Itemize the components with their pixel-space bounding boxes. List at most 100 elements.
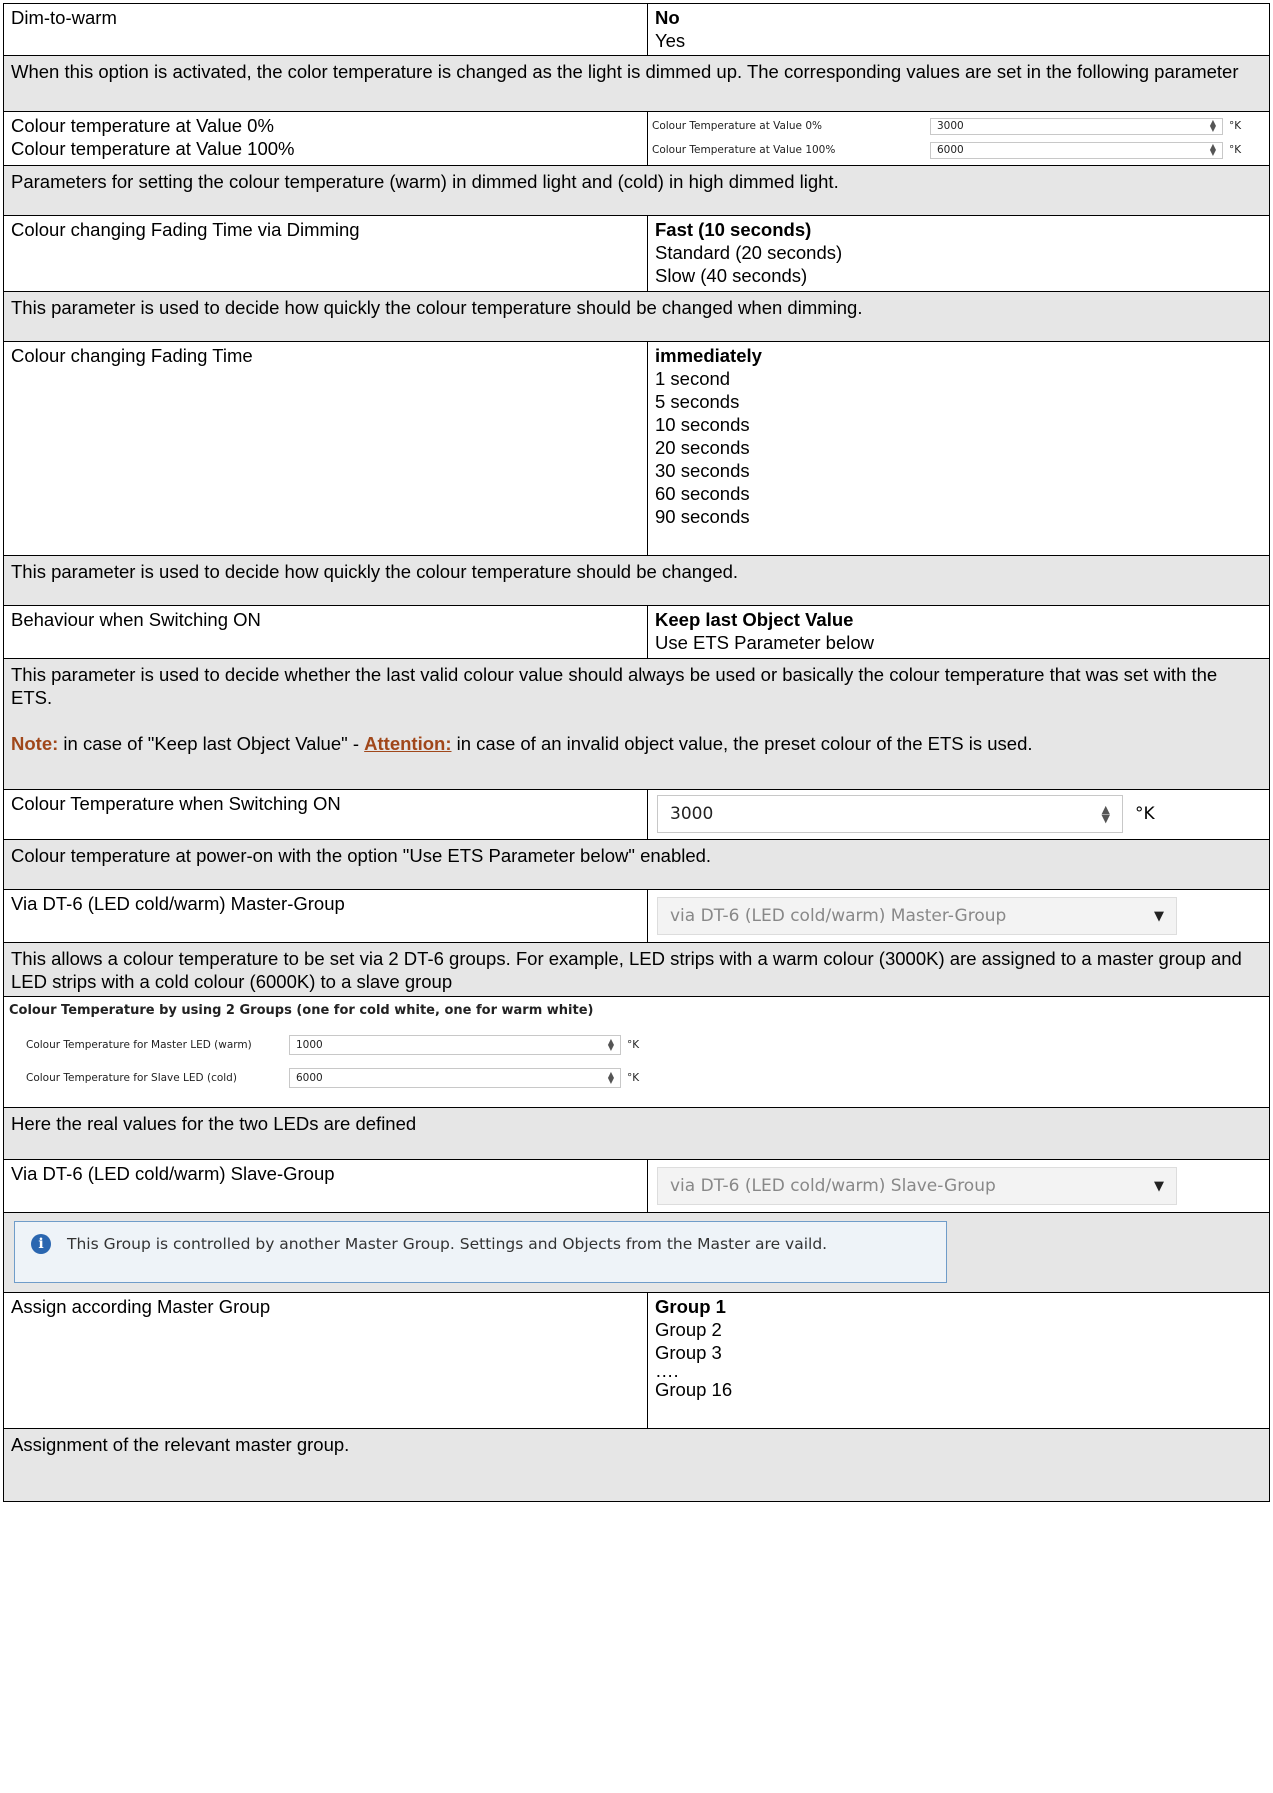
switch-on-temp-input[interactable]: 3000 ▲ ▼ [657,795,1123,833]
option-default: Fast (10 seconds) [655,219,812,240]
spinner-icon[interactable]: ▲ ▼ [1102,804,1110,824]
param-label: Colour temperature at Value 0% Colour te… [4,112,648,165]
param-options: immediately 1 second 5 seconds 10 second… [648,342,1269,555]
option-default: Group 1 [655,1296,726,1317]
param-description-row: This parameter is used to decide how qui… [3,556,1270,606]
param-description: This parameter is used to decide how qui… [4,292,1269,341]
param-description: Here the real values for the two LEDs ar… [4,1108,1269,1159]
info-message: i This Group is controlled by another Ma… [14,1221,947,1283]
option: Group 3 [655,1342,722,1363]
param-description: This parameter is used to decide whether… [4,659,1269,789]
field-value: 6000 [937,143,964,156]
param-label: Via DT-6 (LED cold/warm) Slave-Group [4,1160,648,1212]
option: Yes [655,30,686,51]
param-description: When this option is activated, the color… [4,56,1269,111]
param-row-switching-on: Behaviour when Switching ON Keep last Ob… [3,606,1270,659]
param-label-line: Colour temperature at Value 100% [11,138,295,159]
chevron-down-icon[interactable]: ▼ [1154,905,1164,928]
param-row-fading-time: Colour changing Fading Time immediately … [3,342,1270,556]
field-label: Colour Temperature at Value 100% [652,143,836,156]
field-label: Colour Temperature for Master LED (warm) [26,1038,252,1051]
two-group-panel: Colour Temperature by using 2 Groups (on… [4,997,1269,1107]
widget-field-row: 3000 ▲ ▼ °K [648,790,1269,838]
param-control: via DT-6 (LED cold/warm) Master-Group ▼ [648,890,1269,942]
description-text: This parameter is used to decide whether… [11,664,1218,708]
note-label: Note: [11,733,59,754]
option-default: immediately [655,345,762,366]
select-value: via DT-6 (LED cold/warm) Slave-Group [670,1175,996,1196]
option-default: No [655,7,680,28]
param-options: Keep last Object Value Use ETS Parameter… [648,606,1269,658]
option: 20 seconds [655,437,750,458]
unit-label: °K [1229,119,1242,132]
info-text: This Group is controlled by another Mast… [67,1235,828,1253]
widget-field-row: Colour Temperature at Value 100% 6000 ▲ ▼… [648,138,1269,162]
param-description: This parameter is used to decide how qui… [4,556,1269,605]
note-text: in case of an invalid object value, the … [451,733,1033,754]
field-label: Colour Temperature for Slave LED (cold) [26,1071,237,1084]
master-led-temp-input[interactable]: 1000 ▲ ▼ [289,1034,621,1055]
option: 90 seconds [655,506,750,527]
param-row-switch-on-temp: Colour Temperature when Switching ON 300… [3,790,1270,840]
param-description-row: When this option is activated, the color… [3,56,1270,112]
param-description: Assignment of the relevant master group. [4,1429,1269,1501]
unit-label: °K [627,1071,640,1084]
param-options: Fast (10 seconds) Standard (20 seconds) … [648,216,1269,291]
option: …. [655,1360,679,1381]
spinner-icon[interactable]: ▲ ▼ [1210,119,1216,133]
param-description: This allows a colour temperature to be s… [4,943,1269,996]
slave-group-select[interactable]: via DT-6 (LED cold/warm) Slave-Group ▼ [657,1167,1177,1205]
param-row-master-group: Via DT-6 (LED cold/warm) Master-Group vi… [3,890,1270,943]
option-default: Keep last Object Value [655,609,854,630]
colour-temp-widget: Colour Temperature at Value 0% 3000 ▲ ▼ °… [648,112,1269,165]
attention-label: Attention: [364,733,452,754]
widget-field-row: Colour Temperature at Value 0% 3000 ▲ ▼ °… [648,114,1269,138]
option: 60 seconds [655,483,750,504]
spinner-icon[interactable]: ▲ ▼ [608,1070,614,1084]
field-label: Colour Temperature at Value 0% [652,119,822,132]
param-description-row: Parameters for setting the colour temper… [3,166,1270,216]
param-description-row: Colour temperature at power-on with the … [3,840,1270,890]
param-description-row: This allows a colour temperature to be s… [3,943,1270,997]
option: Standard (20 seconds) [655,242,843,263]
info-row: i This Group is controlled by another Ma… [3,1213,1270,1293]
colour-temp-0-input[interactable]: 3000 ▲ ▼ [930,117,1223,135]
param-options: Group 1 Group 2 Group 3 …. Group 16 [648,1293,1269,1428]
parameter-table: Dim-to-warm No Yes When this option is a… [3,3,1270,1502]
spinner-icon[interactable]: ▲ ▼ [1210,143,1216,157]
note-text: in case of "Keep last Object Value" - [58,733,365,754]
colour-temp-100-input[interactable]: 6000 ▲ ▼ [930,141,1223,159]
spinner-icon[interactable]: ▲ ▼ [608,1037,614,1051]
param-row-slave-group: Via DT-6 (LED cold/warm) Slave-Group via… [3,1160,1270,1213]
param-description-row: Here the real values for the two LEDs ar… [3,1108,1270,1160]
param-description-row: This parameter is used to decide how qui… [3,292,1270,342]
param-options: No Yes [648,4,1269,55]
widget-field-row: Colour Temperature for Master LED (warm)… [9,1028,1264,1061]
param-description-row: Assignment of the relevant master group. [3,1429,1270,1502]
panel-fields: Colour Temperature for Master LED (warm)… [9,1028,1264,1094]
param-label: Via DT-6 (LED cold/warm) Master-Group [4,890,648,942]
master-group-select[interactable]: via DT-6 (LED cold/warm) Master-Group ▼ [657,897,1177,935]
field-value: 3000 [670,803,714,824]
param-label-line: Colour temperature at Value 0% [11,115,274,136]
option: Group 16 [655,1379,733,1400]
param-label: Assign according Master Group [4,1293,648,1428]
param-row-colour-temp-values: Colour temperature at Value 0% Colour te… [3,112,1270,166]
param-description-row: This parameter is used to decide whether… [3,659,1270,790]
param-label: Colour changing Fading Time [4,342,648,555]
option: 1 second [655,368,731,389]
param-control: via DT-6 (LED cold/warm) Slave-Group ▼ [648,1160,1269,1212]
param-row-assign-master: Assign according Master Group Group 1 Gr… [3,1293,1270,1429]
two-group-panel-row: Colour Temperature by using 2 Groups (on… [3,997,1270,1108]
unit-label: °K [627,1038,640,1051]
chevron-down-icon[interactable]: ▼ [1154,1175,1164,1198]
field-value: 3000 [937,119,964,132]
panel-title: Colour Temperature by using 2 Groups (on… [9,1003,594,1018]
param-row-fading-dimming: Colour changing Fading Time via Dimming … [3,216,1270,292]
param-control: 3000 ▲ ▼ °K [648,790,1269,839]
param-label: Behaviour when Switching ON [4,606,648,658]
option: 10 seconds [655,414,750,435]
select-value: via DT-6 (LED cold/warm) Master-Group [670,905,1007,926]
slave-led-temp-input[interactable]: 6000 ▲ ▼ [289,1067,621,1088]
